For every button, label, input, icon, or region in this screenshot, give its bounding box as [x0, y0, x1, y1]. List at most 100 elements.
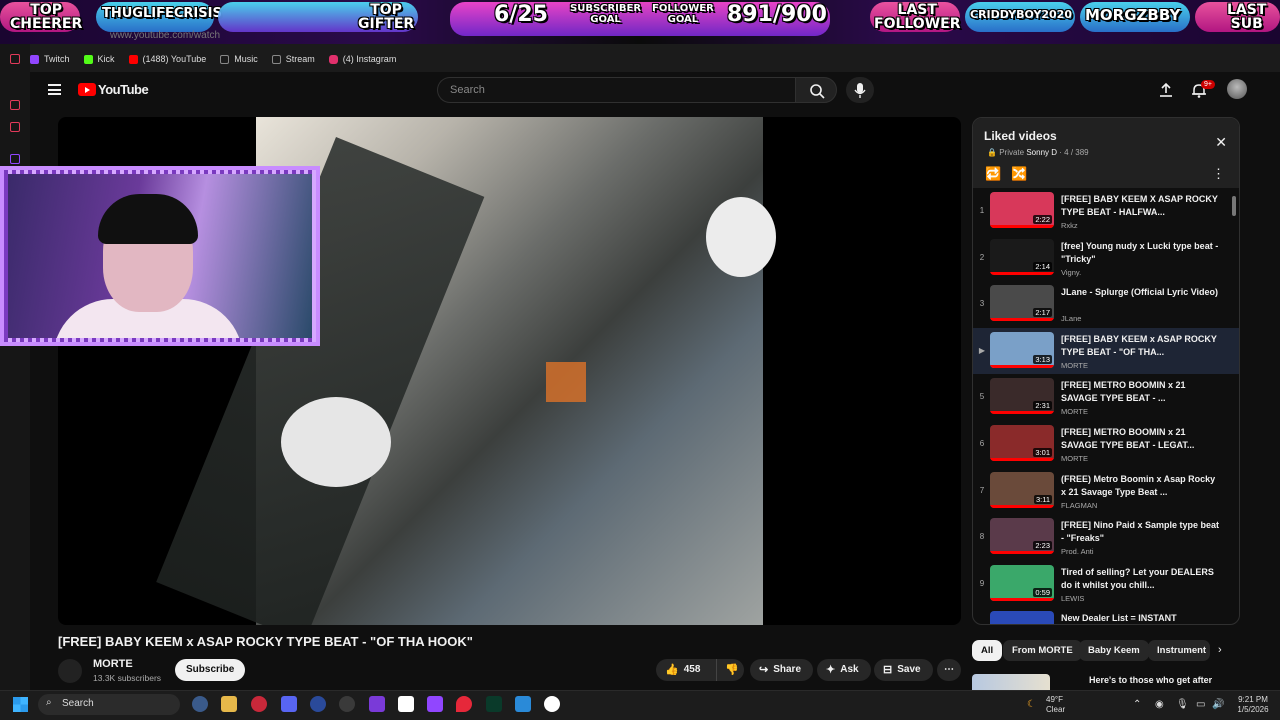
thumbs-up-icon[interactable]: 👍	[665, 659, 679, 681]
playlist-item[interactable]: 6 3:01 [FREE] METRO BOOMIN x 21 SAVAGE TYP…	[973, 421, 1239, 468]
playlist-item-thumbnail[interactable]: 2:31	[990, 378, 1054, 415]
twitch-icon[interactable]	[10, 154, 20, 164]
volume-icon[interactable]: 🔊	[1212, 699, 1224, 710]
taskbar-weather[interactable]: 49°F Clear	[1046, 695, 1065, 715]
save-button[interactable]: ⊟ Save	[874, 659, 933, 681]
youtube-logo-text[interactable]: YouTube	[98, 82, 149, 97]
playlist-item[interactable]: 5 2:31 [FREE] METRO BOOMIN x 21 SAVAGE TYP…	[973, 374, 1239, 421]
playlist-item-title[interactable]: [FREE] Nino Paid x Sample type beat - "F…	[1061, 519, 1221, 545]
recommended-title[interactable]: Here's to those who get after	[1089, 675, 1212, 685]
channel-name[interactable]: MORTE	[93, 658, 133, 670]
playlist-item[interactable]: ▶ 3:13 [FREE] BABY KEEM x ASAP ROCKY TYPE …	[973, 327, 1239, 375]
ask-button[interactable]: ✦ Ask	[817, 659, 871, 681]
more-vertical-icon[interactable]: ⋮	[1212, 166, 1225, 182]
bookmark-instagram[interactable]: (4) Instagram	[328, 54, 396, 64]
playlist-item-thumbnail[interactable]: 2:17	[990, 285, 1054, 322]
playlist-item[interactable]: New Dealer List = INSTANT	[973, 607, 1239, 624]
sidebar-app-icon[interactable]	[10, 54, 20, 64]
shuffle-icon[interactable]: 🔀	[1011, 166, 1027, 182]
close-icon[interactable]: ✕	[1215, 134, 1227, 151]
playlist-item[interactable]: 7 3:11 (FREE) Metro Boomin x Asap Rocky x …	[973, 468, 1239, 515]
playlist-item-title[interactable]: [FREE] METRO BOOMIN x 21 SAVAGE TYPE BEA…	[1061, 426, 1221, 452]
playlist-item-title[interactable]: [FREE] BABY KEEM x ASAP ROCKY TYPE BEAT …	[1061, 333, 1221, 359]
share-button[interactable]: ↪ Share	[750, 659, 814, 681]
taskbar-search[interactable]: ⌕ Search	[38, 694, 180, 715]
playlist-item-thumbnail[interactable]: 2:14	[990, 238, 1054, 275]
playlist-item-thumbnail[interactable]	[990, 611, 1054, 624]
like-count[interactable]: 458	[684, 659, 701, 681]
windows-start-icon[interactable]	[13, 697, 28, 712]
bookmark-twitch[interactable]: Twitch	[30, 54, 70, 64]
playlist-item-title[interactable]: [FREE] BABY KEEM X ASAP ROCKY TYPE BEAT …	[1061, 193, 1221, 219]
youtube-logo-icon[interactable]	[78, 83, 96, 96]
playlist-owner[interactable]: Sonny D	[1026, 148, 1057, 157]
playlist-item-channel[interactable]: MORTE	[1061, 454, 1088, 463]
playlist-item-channel[interactable]: MORTE	[1061, 407, 1088, 416]
chip-from-channel[interactable]: From MORTE	[1003, 640, 1082, 661]
playlist-item-title[interactable]: (FREE) Metro Boomin x Asap Rocky x 21 Sa…	[1061, 473, 1221, 499]
playlist-item[interactable]: 1 2:22 [FREE] BABY KEEM X ASAP ROCKY TYPE …	[973, 188, 1239, 235]
playlist-title[interactable]: Liked videos	[984, 129, 1057, 143]
playlist-item[interactable]: 9 0:59 Tired of selling? Let your DEALERS …	[973, 561, 1239, 608]
upload-icon[interactable]	[1159, 82, 1173, 103]
playlist-item[interactable]: 3 2:17 JLane - Splurge (Official Lyric Vid…	[973, 281, 1239, 328]
network-icon[interactable]: ▭	[1196, 699, 1205, 710]
app-icon[interactable]	[369, 696, 385, 712]
playlist-item-thumbnail[interactable]: 3:13	[990, 331, 1054, 368]
playlist-item-thumbnail[interactable]: 0:59	[990, 564, 1054, 601]
address-bar[interactable]: www.youtube.com/watch	[110, 30, 220, 41]
menu-icon[interactable]	[48, 84, 61, 95]
playlist-item-title[interactable]: Tired of selling? Let your DEALERS do it…	[1061, 566, 1221, 592]
chip-all[interactable]: All	[972, 640, 1003, 661]
loop-icon[interactable]: 🔁	[985, 166, 1001, 182]
playlist-item-channel[interactable]: JLane	[1061, 314, 1081, 323]
opera-browser-icon[interactable]	[251, 696, 267, 712]
search-input[interactable]: Search	[437, 77, 795, 103]
taskbar-clock[interactable]: 9:21 PM 1/5/2026	[1228, 695, 1278, 715]
playlist-item-thumbnail[interactable]: 3:11	[990, 471, 1054, 508]
recommended-thumbnail[interactable]	[972, 674, 1050, 690]
bookmark-music[interactable]: Music	[220, 54, 258, 64]
terminal-icon[interactable]	[486, 696, 502, 712]
playlist-item-title[interactable]: [FREE] METRO BOOMIN x 21 SAVAGE TYPE BEA…	[1061, 379, 1221, 405]
playlist-item[interactable]: 2 2:14 [free] Young nudy x Lucki type beat…	[973, 235, 1239, 282]
discord-icon[interactable]	[281, 696, 297, 712]
playlist-item-channel[interactable]: Rxkz	[1061, 221, 1078, 230]
music-app-icon[interactable]	[544, 696, 560, 712]
location-pin-icon[interactable]	[456, 696, 472, 712]
bookmark-youtube[interactable]: (1488) YouTube	[128, 54, 206, 64]
sidebar-app-icon[interactable]	[10, 122, 20, 132]
channel-avatar[interactable]	[58, 659, 82, 683]
chrome-icon[interactable]	[339, 696, 355, 712]
voice-search-button[interactable]	[846, 77, 874, 103]
app-icon[interactable]	[310, 696, 326, 712]
settings-app-icon[interactable]	[192, 696, 208, 712]
playlist-item-title[interactable]: New Dealer List = INSTANT	[1061, 612, 1221, 624]
app-icon[interactable]	[515, 696, 531, 712]
file-explorer-icon[interactable]	[221, 696, 237, 712]
twitch-icon[interactable]	[427, 696, 443, 712]
playlist-item-channel[interactable]: LEWIS	[1061, 594, 1084, 603]
account-avatar[interactable]	[1227, 79, 1247, 99]
microphone-icon[interactable]: 🎙	[1176, 699, 1189, 710]
playlist-item-title[interactable]: [free] Young nudy x Lucki type beat - "T…	[1061, 240, 1221, 266]
thumbs-down-icon[interactable]: 👎	[716, 659, 739, 681]
more-actions-button[interactable]: ⋯	[937, 659, 961, 681]
app-icon[interactable]	[398, 696, 414, 712]
playlist-item-channel[interactable]: Prod. Anti	[1061, 547, 1094, 556]
bookmark-stream[interactable]: Stream	[271, 54, 315, 64]
playlist-item-channel[interactable]: FLAGMAN	[1061, 501, 1097, 510]
subscribe-button[interactable]: Subscribe	[175, 659, 246, 681]
playlist-item-channel[interactable]: MORTE	[1061, 361, 1088, 370]
tray-icon[interactable]: ◉	[1155, 699, 1164, 710]
playlist-item-title[interactable]: JLane - Splurge (Official Lyric Video)	[1061, 286, 1221, 299]
chevron-right-icon[interactable]: ›	[1218, 644, 1222, 656]
playlist-item[interactable]: 8 2:23 [FREE] Nino Paid x Sample type beat…	[973, 514, 1239, 561]
sidebar-app-icon[interactable]	[10, 100, 20, 110]
bookmark-kick[interactable]: Kick	[83, 54, 115, 64]
chip-baby-keem[interactable]: Baby Keem	[1079, 640, 1149, 661]
chevron-up-icon[interactable]: ⌃	[1133, 699, 1141, 710]
playlist-item-thumbnail[interactable]: 2:22	[990, 192, 1054, 228]
playlist-item-channel[interactable]: Vigny.	[1061, 268, 1081, 277]
playlist-item-thumbnail[interactable]: 2:23	[990, 518, 1054, 555]
